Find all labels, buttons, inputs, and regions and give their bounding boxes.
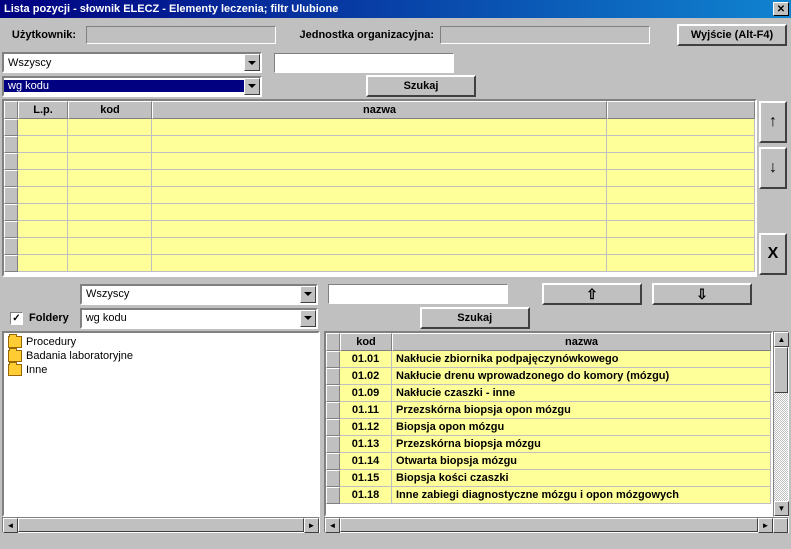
table-row[interactable] <box>4 238 755 255</box>
table-row[interactable]: 01.18Inne zabiegi diagnostyczne mózgu i … <box>326 487 771 504</box>
cell-nazwa: Nakłucie drenu wprowadzonego do komory (… <box>392 368 771 385</box>
org-label: Jednostka organizacyjna: <box>278 29 438 41</box>
scroll-left-icon[interactable]: ◄ <box>325 518 340 533</box>
sort1-select[interactable]: wg kodu <box>2 76 262 97</box>
scroll-up-icon[interactable]: ▲ <box>774 332 789 347</box>
table-row[interactable]: 01.11Przezskórna biopsja opon mózgu <box>326 402 771 419</box>
grid-upper[interactable]: L.p. kod nazwa <box>2 99 757 277</box>
table-row[interactable]: 01.13Przezskórna biopsja mózgu <box>326 436 771 453</box>
tree-scrollbar-h[interactable]: ◄ ► <box>2 517 320 533</box>
chevron-down-icon <box>244 78 260 95</box>
table-row[interactable]: 01.02Nakłucie drenu wprowadzonego do kom… <box>326 368 771 385</box>
foldery-label: Foldery <box>25 312 73 324</box>
cell-kod: 01.15 <box>340 470 392 487</box>
cell-nazwa: Biopsja opon mózgu <box>392 419 771 436</box>
grid-lower[interactable]: kod nazwa 01.01Nakłucie zbiornika podpaj… <box>324 331 773 517</box>
scroll-right-icon[interactable]: ► <box>758 518 773 533</box>
window-title: Lista pozycji - słownik ELECZ - Elementy… <box>2 3 773 15</box>
folder-icon <box>8 336 22 348</box>
chevron-down-icon <box>300 286 316 303</box>
table-row[interactable]: 01.14Otwarta biopsja mózgu <box>326 453 771 470</box>
cell-kod: 01.09 <box>340 385 392 402</box>
grid-upper-header: L.p. kod nazwa <box>4 101 755 119</box>
scroll-down-icon[interactable]: ▼ <box>774 501 789 516</box>
exit-button[interactable]: Wyjście (Alt-F4) <box>677 24 787 46</box>
cell-nazwa: Otwarta biopsja mózgu <box>392 453 771 470</box>
sort2-select[interactable]: wg kodu <box>80 308 318 329</box>
close-button[interactable]: ✕ <box>773 2 789 16</box>
org-field <box>440 26 650 44</box>
cell-nazwa: Nakłucie czaszki - inne <box>392 385 771 402</box>
cell-kod: 01.02 <box>340 368 392 385</box>
cell-nazwa: Inne zabiegi diagnostyczne mózgu i opon … <box>392 487 771 504</box>
chevron-down-icon <box>244 54 260 71</box>
tree-item[interactable]: Procedury <box>6 335 316 349</box>
tree-item[interactable]: Inne <box>6 363 316 377</box>
foldery-checkbox[interactable] <box>10 312 23 325</box>
user-label: Użytkownik: <box>4 29 84 41</box>
filter2-input[interactable] <box>328 284 508 304</box>
cell-kod: 01.11 <box>340 402 392 419</box>
chevron-down-icon <box>300 310 316 327</box>
cell-nazwa: Przezskórna biopsja opon mózgu <box>392 402 771 419</box>
scroll-left-icon[interactable]: ◄ <box>3 518 18 533</box>
cell-kod: 01.12 <box>340 419 392 436</box>
table-row[interactable] <box>4 255 755 272</box>
move-up-button[interactable]: ↑ <box>759 101 787 143</box>
cell-nazwa: Nakłucie zbiornika podpajęczynówkowego <box>392 351 771 368</box>
cell-kod: 01.13 <box>340 436 392 453</box>
titlebar: Lista pozycji - słownik ELECZ - Elementy… <box>0 0 791 18</box>
table-row[interactable]: 01.15Biopsja kości czaszki <box>326 470 771 487</box>
table-row[interactable]: 01.09Nakłucie czaszki - inne <box>326 385 771 402</box>
scroll-right-icon[interactable]: ► <box>304 518 319 533</box>
cell-nazwa: Przezskórna biopsja mózgu <box>392 436 771 453</box>
grid-lower-header: kod nazwa <box>326 333 771 351</box>
filter1-input[interactable] <box>274 53 454 73</box>
cell-kod: 01.18 <box>340 487 392 504</box>
send-up-button[interactable]: ⇧ <box>542 283 642 305</box>
table-row[interactable] <box>4 119 755 136</box>
table-row[interactable]: 01.01Nakłucie zbiornika podpajęczynówkow… <box>326 351 771 368</box>
table-row[interactable] <box>4 187 755 204</box>
table-row[interactable] <box>4 153 755 170</box>
search1-button[interactable]: Szukaj <box>366 75 476 97</box>
cell-kod: 01.01 <box>340 351 392 368</box>
filter1-select[interactable]: Wszyscy <box>2 52 262 73</box>
move-down-button[interactable]: ↓ <box>759 147 787 189</box>
table-row[interactable] <box>4 170 755 187</box>
folder-icon <box>8 364 22 376</box>
send-down-button[interactable]: ⇩ <box>652 283 752 305</box>
table-row[interactable]: 01.12Biopsja opon mózgu <box>326 419 771 436</box>
tree-item[interactable]: Badania laboratoryjne <box>6 349 316 363</box>
grid2-scrollbar-h[interactable]: ◄ ► <box>324 517 789 533</box>
table-row[interactable] <box>4 204 755 221</box>
filter2-select[interactable]: Wszyscy <box>80 284 318 305</box>
folder-icon <box>8 350 22 362</box>
cell-kod: 01.14 <box>340 453 392 470</box>
search2-button[interactable]: Szukaj <box>420 307 530 329</box>
delete-button[interactable]: X <box>759 233 787 275</box>
folder-tree[interactable]: ProceduryBadania laboratoryjneInne <box>2 331 320 517</box>
cell-nazwa: Biopsja kości czaszki <box>392 470 771 487</box>
user-field <box>86 26 276 44</box>
table-row[interactable] <box>4 136 755 153</box>
table-row[interactable] <box>4 221 755 238</box>
grid2-scrollbar-v[interactable]: ▲ ▼ <box>773 331 789 517</box>
